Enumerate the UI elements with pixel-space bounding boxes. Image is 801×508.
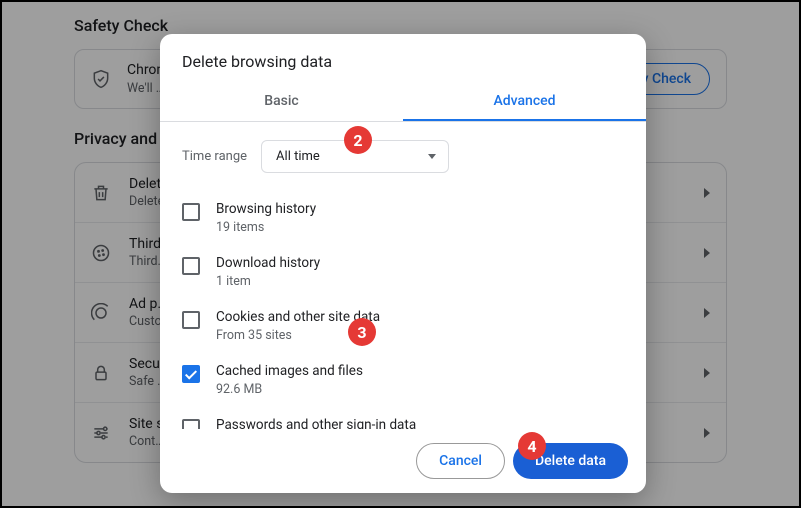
cancel-button[interactable]: Cancel xyxy=(416,443,505,479)
checkbox[interactable] xyxy=(182,365,200,383)
option-download-history[interactable]: Download history 1 item xyxy=(182,245,636,299)
checkbox[interactable] xyxy=(182,203,200,221)
chevron-down-icon xyxy=(428,154,436,159)
delete-browsing-data-dialog: Delete browsing data Basic Advanced Time… xyxy=(160,34,646,493)
checkbox[interactable] xyxy=(182,311,200,329)
option-passwords[interactable]: Passwords and other sign-in data None xyxy=(182,407,636,429)
option-cached-images[interactable]: Cached images and files 92.6 MB xyxy=(182,353,636,407)
annotation-badge-4: 4 xyxy=(518,432,546,460)
option-browsing-history[interactable]: Browsing history 19 items xyxy=(182,191,636,245)
checkbox[interactable] xyxy=(182,257,200,275)
dialog-title: Delete browsing data xyxy=(160,34,646,83)
dialog-footer: Cancel Delete data xyxy=(160,429,646,493)
tab-basic[interactable]: Basic xyxy=(160,83,403,121)
checkbox[interactable] xyxy=(182,419,200,429)
dialog-tabs: Basic Advanced xyxy=(160,83,646,122)
tab-advanced[interactable]: Advanced xyxy=(403,83,646,121)
option-cookies[interactable]: Cookies and other site data From 35 site… xyxy=(182,299,636,353)
annotation-badge-3: 3 xyxy=(348,318,376,346)
dialog-body: Time range All time Browsing history 19 … xyxy=(160,122,646,429)
annotation-badge-2: 2 xyxy=(344,126,372,154)
time-range-label: Time range xyxy=(182,149,247,164)
time-range-value: All time xyxy=(276,149,320,164)
